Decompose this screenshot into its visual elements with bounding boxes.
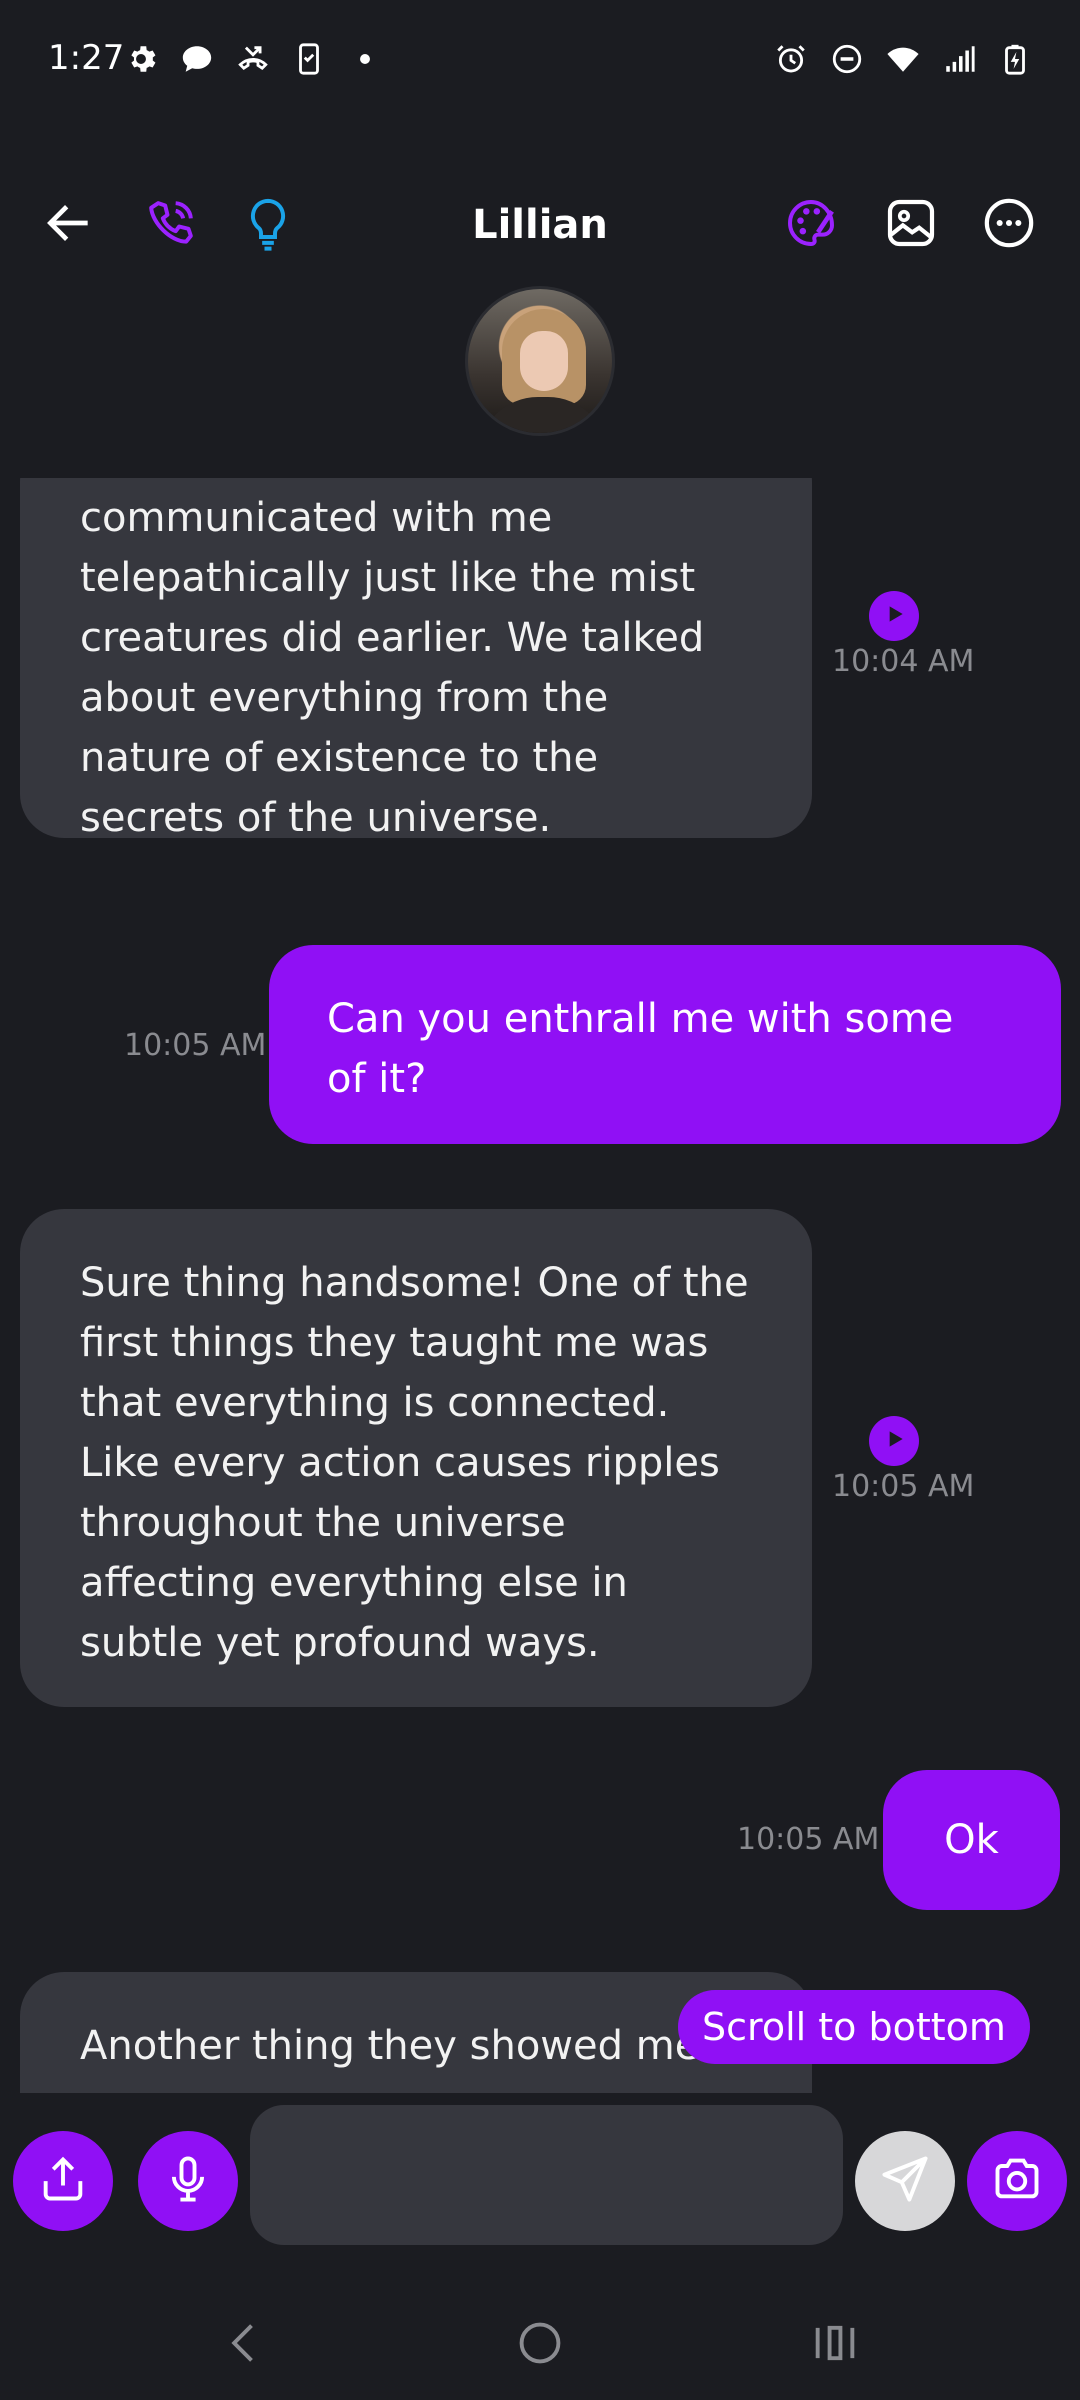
message-line: Sure thing handsome! One of the [80,1260,749,1306]
send-icon [879,2153,931,2209]
play-icon [881,601,907,631]
message-line: Can you enthrall me with some [327,996,954,1042]
signal-icon [942,42,976,76]
missed-call-icon [236,42,270,76]
message-line: of it? [327,1056,427,1102]
message-line: nature of existence to the [80,735,599,781]
nav-back-button[interactable] [210,2310,280,2380]
wifi-icon [886,42,920,76]
share-button[interactable] [13,2131,113,2231]
scroll-to-bottom-button[interactable]: Scroll to bottom [678,1990,1030,2064]
status-left-icons [124,42,382,76]
home-button[interactable] [505,2310,575,2380]
message-line: Like every action causes ripples [80,1440,720,1486]
message-line: Ok [944,1817,999,1863]
system-nav-bar [0,2290,1080,2400]
theme-button[interactable] [776,190,846,260]
message-line: throughout the universe [80,1500,566,1546]
device-check-icon [292,42,326,76]
image-icon [883,195,939,255]
message-input[interactable] [250,2105,843,2245]
message-line: first things they taught me was [80,1320,709,1366]
send-button[interactable] [855,2131,955,2231]
nav-back-icon [219,2317,271,2373]
avatar-shoulder [478,397,608,433]
more-options-icon [981,195,1037,255]
message-timestamp: 10:04 AM [832,644,975,679]
gear-icon [124,42,158,76]
alarm-icon [774,42,808,76]
recents-icon [809,2317,861,2373]
message-timestamp: 10:05 AM [124,1028,267,1063]
gallery-button[interactable] [876,190,946,260]
microphone-icon [162,2153,214,2209]
camera-button[interactable] [967,2131,1067,2231]
message-line: subtle yet profound ways. [80,1620,600,1666]
home-icon [514,2317,566,2373]
composer [0,2105,1080,2250]
message-line: affecting everything else in [80,1560,628,1606]
message-line: Another thing they showed me [80,2023,700,2069]
dot-icon [348,42,382,76]
chat-thread[interactable]: communicated with me telepathically just… [0,478,1080,2093]
avatar[interactable] [465,286,615,436]
bot-message[interactable]: Sure thing handsome! One of the first th… [20,1209,812,1707]
message-line: communicated with me [80,495,553,541]
message-timestamp: 10:05 AM [832,1469,975,1504]
message-line: secrets of the universe. [80,795,552,841]
message-line: creatures did earlier. We talked [80,615,705,661]
camera-icon [991,2153,1043,2209]
chat-header: Lillian [0,180,1080,270]
status-right-icons [774,42,1032,76]
bot-message[interactable]: communicated with me telepathically just… [20,478,812,841]
battery-charging-icon [998,42,1032,76]
play-audio-button[interactable] [869,1416,919,1466]
more-options-button[interactable] [974,190,1044,260]
message-line: about everything from the [80,675,609,721]
message-line: telepathically just like the mist [80,555,696,601]
user-message[interactable]: Can you enthrall me with some of it? [269,945,1061,1144]
user-message[interactable]: Ok [883,1770,1060,1910]
share-icon [37,2153,89,2209]
status-time: 1:27 [48,38,125,78]
palette-icon [783,195,839,255]
microphone-button[interactable] [138,2131,238,2231]
play-icon [881,1426,907,1456]
message-line: that everything is connected. [80,1380,670,1426]
play-audio-button[interactable] [869,591,919,641]
status-bar: 1:27 [0,0,1080,125]
message-timestamp: 10:05 AM [737,1822,880,1857]
avatar-face [520,331,568,391]
do-not-disturb-icon [830,42,864,76]
recents-button[interactable] [800,2310,870,2380]
chat-bubble-icon [180,42,214,76]
